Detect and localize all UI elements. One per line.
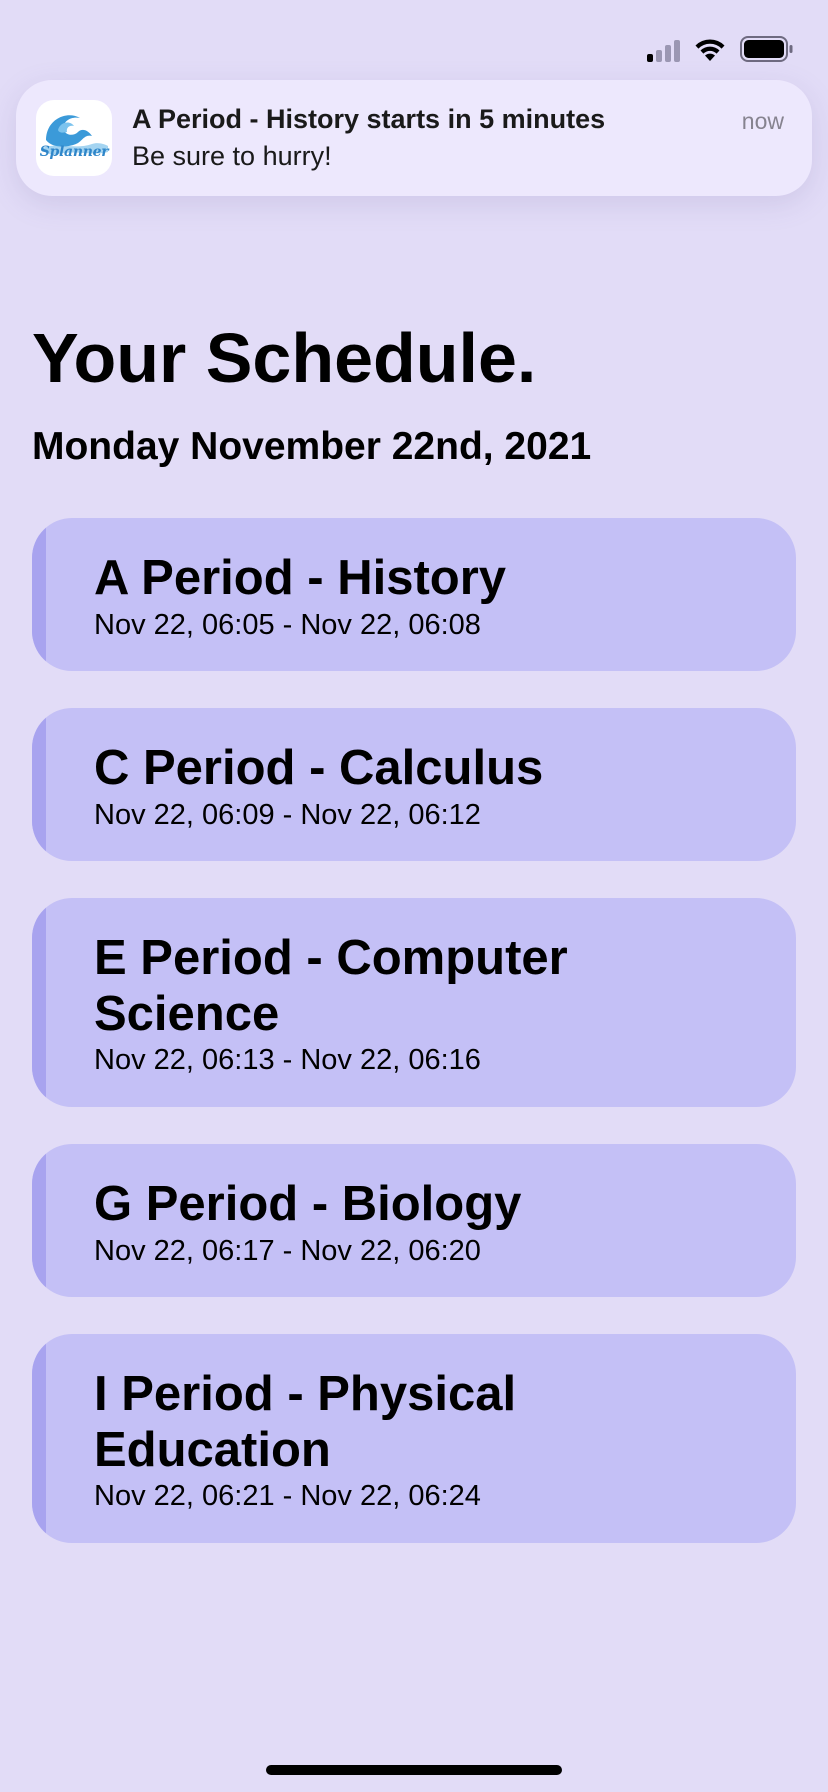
status-icons <box>647 36 794 62</box>
splanner-wave-logo-icon: Splanner <box>36 100 112 176</box>
card-accent-bar <box>32 1334 46 1543</box>
class-time-range: Nov 22, 06:17 - Nov 22, 06:20 <box>94 1235 481 1267</box>
page-title: Your Schedule. <box>32 319 537 397</box>
card-accent-bar <box>32 898 46 1107</box>
notification-body: Be sure to hurry! <box>132 141 332 171</box>
schedule-card[interactable]: G Period - Biology Nov 22, 06:17 - Nov 2… <box>32 1144 796 1297</box>
push-notification[interactable]: Splanner A Period - History starts in 5 … <box>16 80 812 196</box>
status-bar <box>0 0 828 80</box>
cellular-signal-icon <box>647 40 680 62</box>
class-title: E Period - Computer Science <box>94 931 568 1041</box>
app-name-label: Splanner <box>39 144 109 160</box>
class-title: I Period - Physical Education <box>94 1367 517 1477</box>
card-accent-bar <box>32 708 46 861</box>
class-title: C Period - Calculus <box>94 741 544 795</box>
schedule-card[interactable]: A Period - History Nov 22, 06:05 - Nov 2… <box>32 518 796 671</box>
class-title: A Period - History <box>94 551 507 605</box>
class-time-range: Nov 22, 06:21 - Nov 22, 06:24 <box>94 1480 481 1512</box>
schedule-card[interactable]: E Period - Computer Science Nov 22, 06:1… <box>32 898 796 1107</box>
class-title: G Period - Biology <box>94 1177 522 1231</box>
class-time-range: Nov 22, 06:13 - Nov 22, 06:16 <box>94 1044 481 1076</box>
wifi-icon <box>694 38 726 62</box>
notification-time: now <box>741 108 784 134</box>
card-accent-bar <box>32 1144 46 1297</box>
class-time-range: Nov 22, 06:05 - Nov 22, 06:08 <box>94 609 481 641</box>
battery-icon <box>740 36 794 62</box>
class-time-range: Nov 22, 06:09 - Nov 22, 06:12 <box>94 799 481 831</box>
schedule-card[interactable]: I Period - Physical Education Nov 22, 06… <box>32 1334 796 1543</box>
home-indicator[interactable] <box>266 1765 562 1775</box>
notification-title: A Period - History starts in 5 minutes <box>132 104 606 134</box>
schedule-card[interactable]: C Period - Calculus Nov 22, 06:09 - Nov … <box>32 708 796 861</box>
schedule-date: Monday November 22nd, 2021 <box>32 425 592 468</box>
card-accent-bar <box>32 518 46 671</box>
